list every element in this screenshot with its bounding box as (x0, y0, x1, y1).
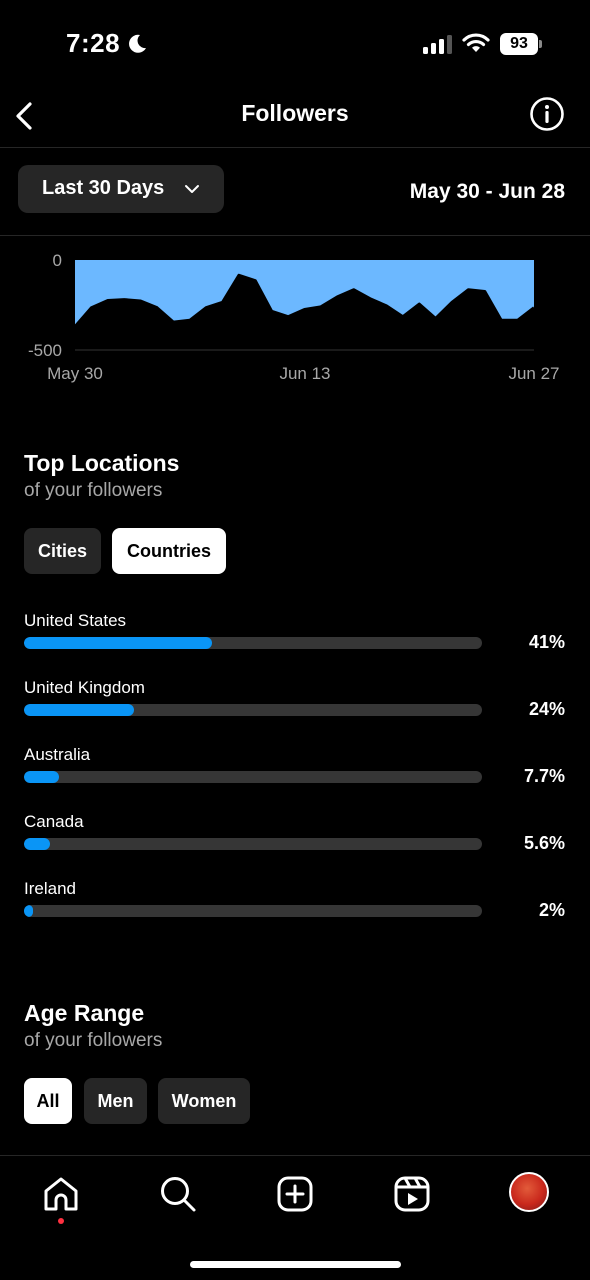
location-row: United States 41% (0, 611, 590, 671)
location-name: United Kingdom (24, 678, 145, 697)
battery-level: 93 (500, 33, 538, 55)
location-percent: 24% (528, 699, 565, 719)
date-range-row: Last 30 Days May 30 - Jun 28 (0, 148, 590, 236)
x-tick-label: May 30 (47, 364, 103, 383)
location-row: Ireland 2% (0, 879, 590, 939)
info-button[interactable] (529, 96, 565, 132)
create-icon[interactable] (275, 1174, 315, 1214)
location-percent: 7.7% (523, 766, 565, 786)
date-range-dropdown[interactable]: Last 30 Days (18, 165, 224, 213)
battery-tip (539, 40, 542, 48)
wifi-icon (462, 33, 490, 52)
top-locations-subtitle: of your followers (24, 480, 163, 501)
location-bar-track (24, 771, 482, 783)
tab-all[interactable]: All (24, 1078, 72, 1124)
location-bar-fill (24, 637, 212, 649)
y-tick-label: -500 (28, 341, 62, 360)
x-tick-label: Jun 27 (508, 364, 559, 383)
profile-avatar[interactable] (509, 1172, 549, 1212)
battery-indicator: 93 (500, 33, 542, 55)
location-row: United Kingdom 24% (0, 678, 590, 738)
date-range-dropdown-label: Last 30 Days (42, 177, 165, 199)
moon-icon (129, 34, 146, 53)
location-bar-fill (24, 905, 34, 917)
location-percent: 41% (528, 632, 565, 652)
location-bar-fill (24, 771, 60, 783)
age-range-title: Age Range (24, 1000, 145, 1026)
location-name: United States (24, 611, 127, 630)
tab-women[interactable]: Women (158, 1078, 250, 1124)
location-bar-track (24, 838, 482, 850)
cellular-signal-icon (423, 35, 452, 54)
x-tick-label: Jun 13 (279, 364, 330, 383)
location-percent: 2% (538, 900, 565, 920)
location-name: Ireland (24, 879, 76, 898)
tab-countries[interactable]: Countries (112, 528, 226, 574)
age-range-subtitle: of your followers (24, 1030, 163, 1051)
y-tick-label: 0 (53, 251, 62, 270)
location-row: Australia 7.7% (0, 745, 590, 805)
top-locations-title: Top Locations (24, 450, 180, 476)
location-name: Canada (24, 812, 84, 831)
chevron-down-icon (185, 185, 199, 193)
status-time: 7:28 (66, 28, 121, 58)
date-range-text: May 30 - Jun 28 (409, 180, 565, 203)
tab-men[interactable]: Men (84, 1078, 147, 1124)
location-bar-track (24, 637, 482, 649)
followers-chart: 0 -500 May 30 Jun 13 Jun 27 (28, 251, 560, 383)
location-bar-fill (24, 704, 134, 716)
location-bar-track (24, 704, 482, 716)
status-bar: 7:28 93 (0, 0, 590, 88)
home-icon[interactable] (41, 1174, 81, 1214)
home-indicator (190, 1261, 401, 1268)
location-percent: 5.6% (523, 833, 565, 853)
tab-cities[interactable]: Cities (24, 528, 101, 574)
location-bar-fill (24, 838, 50, 850)
reels-icon[interactable] (392, 1174, 432, 1214)
page-title: Followers (241, 100, 349, 126)
header: Followers (0, 88, 590, 148)
notification-dot (58, 1218, 64, 1224)
location-bar-track (24, 905, 482, 917)
location-row: Canada 5.6% (0, 812, 590, 872)
search-icon[interactable] (158, 1174, 198, 1214)
location-name: Australia (24, 745, 91, 764)
